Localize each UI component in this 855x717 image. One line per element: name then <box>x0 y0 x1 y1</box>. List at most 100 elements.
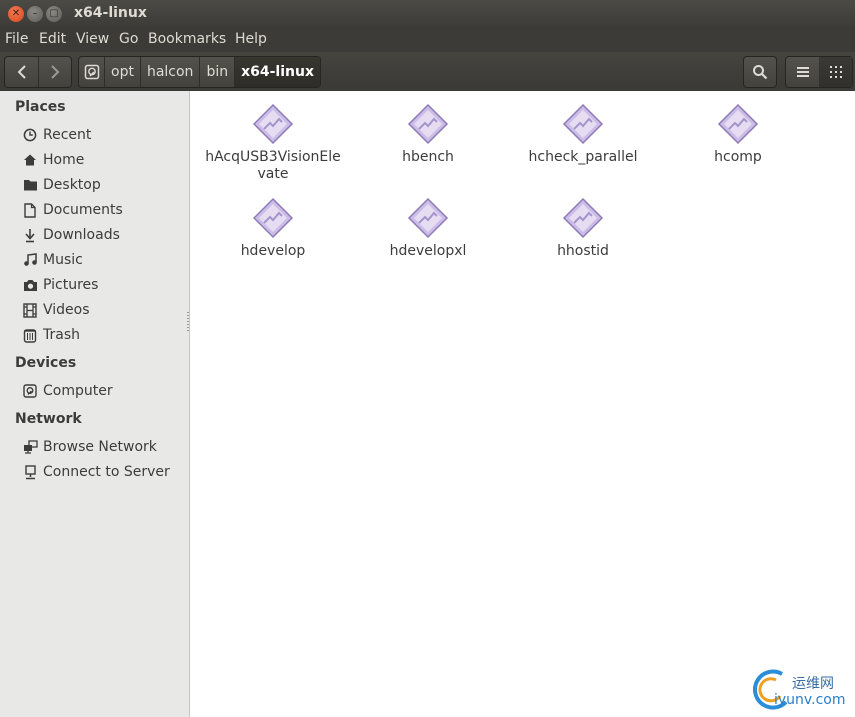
executable-icon <box>717 103 759 145</box>
sidebar-item-desktop[interactable]: Desktop <box>22 174 101 196</box>
watermark-text-cn: 运维网 <box>792 676 834 692</box>
sidebar-item-label: Trash <box>43 327 80 343</box>
file-item-hdevelop[interactable]: hdevelop <box>198 197 348 260</box>
sidebar-item-documents[interactable]: Documents <box>22 199 123 221</box>
executable-icon <box>562 197 604 239</box>
breadcrumb-x64-linux[interactable]: x64-linux <box>235 57 320 87</box>
navigation-buttons <box>4 56 72 88</box>
sidebar-item-music[interactable]: Music <box>22 249 83 271</box>
file-item-hdevelopxl[interactable]: hdevelopxl <box>353 197 503 260</box>
minimize-button[interactable]: – <box>27 6 43 22</box>
file-name: hbench <box>402 149 454 165</box>
server-icon <box>22 464 38 480</box>
sidebar-item-label: Music <box>43 252 83 268</box>
breadcrumb-root[interactable] <box>79 57 105 87</box>
view-mode-buttons <box>785 56 853 88</box>
minimize-icon: – <box>32 8 38 19</box>
menu-file[interactable]: File <box>5 31 28 47</box>
file-name: hcheck_parallel <box>528 149 638 165</box>
sidebar-header-places: Places <box>15 99 66 115</box>
executable-icon <box>252 103 294 145</box>
film-icon <box>22 302 38 318</box>
executable-icon <box>562 103 604 145</box>
music-icon <box>22 252 38 268</box>
window-title: x64-linux <box>74 5 147 21</box>
title-bar: ✕ – ▢ x64-linux <box>0 0 855 28</box>
list-icon <box>796 67 809 77</box>
sidebar-item-label: Downloads <box>43 227 120 243</box>
executable-icon <box>252 197 294 239</box>
maximize-icon: ▢ <box>49 8 59 19</box>
sidebar-item-label: Home <box>43 152 85 168</box>
chevron-left-icon <box>17 65 26 79</box>
file-view: hAcqUSB3VisionEle vate hbench hcheck_par… <box>190 91 855 717</box>
sidebar-item-label: Recent <box>43 127 92 143</box>
network-icon <box>22 439 38 455</box>
document-icon <box>22 202 38 218</box>
menu-help[interactable]: Help <box>235 31 267 47</box>
sidebar-item-trash[interactable]: Trash <box>22 324 80 346</box>
sidebar-item-recent[interactable]: Recent <box>22 124 91 146</box>
breadcrumb-bin[interactable]: bin <box>200 57 236 87</box>
drive-icon <box>84 64 100 80</box>
menu-bar: File Edit View Go Bookmarks Help <box>0 28 855 52</box>
sidebar-header-devices: Devices <box>15 355 77 371</box>
sidebar-item-pictures[interactable]: Pictures <box>22 274 98 296</box>
home-icon <box>22 152 38 168</box>
file-name: hcomp <box>714 149 762 165</box>
menu-bookmarks[interactable]: Bookmarks <box>148 31 226 47</box>
clock-icon <box>22 127 38 143</box>
close-icon: ✕ <box>11 8 21 19</box>
download-icon <box>22 227 38 243</box>
file-name: hAcqUSB3VisionEle vate <box>205 149 341 182</box>
file-item-hhostid[interactable]: hhostid <box>508 197 658 260</box>
watermark-text-url: iyunv.com <box>774 692 846 708</box>
drive-icon <box>22 383 38 399</box>
sidebar-item-home[interactable]: Home <box>22 149 84 171</box>
file-item-hacqusb3visionelevate[interactable]: hAcqUSB3VisionEle vate <box>198 103 348 183</box>
back-button[interactable] <box>5 57 39 87</box>
sidebar-item-computer[interactable]: Computer <box>22 380 113 402</box>
sidebar-item-label: Browse Network <box>43 439 157 455</box>
folder-icon <box>22 177 38 193</box>
trash-icon <box>22 327 38 343</box>
sidebar-item-videos[interactable]: Videos <box>22 299 90 321</box>
sidebar-item-label: Connect to Server <box>43 464 170 480</box>
sidebar-item-label: Pictures <box>43 277 99 293</box>
executable-icon <box>407 197 449 239</box>
maximize-button[interactable]: ▢ <box>46 6 62 22</box>
file-item-hcomp[interactable]: hcomp <box>663 103 813 166</box>
sidebar-header-network: Network <box>15 411 82 427</box>
file-item-hcheck-parallel[interactable]: hcheck_parallel <box>508 103 658 166</box>
search-icon <box>753 65 768 80</box>
menu-view[interactable]: View <box>76 31 109 47</box>
file-name: hdevelop <box>240 243 306 259</box>
close-button[interactable]: ✕ <box>8 6 24 22</box>
sidebar-item-browse-network[interactable]: Browse Network <box>22 436 157 458</box>
toolbar: opt halcon bin x64-linux <box>0 52 855 92</box>
breadcrumb: opt halcon bin x64-linux <box>78 56 321 88</box>
chevron-right-icon <box>50 65 59 79</box>
sidebar: Places Recent Home Desktop Documents Dow… <box>0 91 190 717</box>
list-view-button[interactable] <box>786 57 820 87</box>
watermark: 运维网 iyunv.com <box>752 668 852 713</box>
executable-icon <box>407 103 449 145</box>
grid-icon <box>829 66 842 78</box>
sidebar-item-connect-to-server[interactable]: Connect to Server <box>22 461 170 483</box>
sidebar-item-label: Videos <box>43 302 90 318</box>
sidebar-item-label: Documents <box>43 202 123 218</box>
grid-view-button[interactable] <box>819 57 852 87</box>
file-name: hdevelopxl <box>389 243 467 259</box>
breadcrumb-halcon[interactable]: halcon <box>141 57 201 87</box>
breadcrumb-opt[interactable]: opt <box>105 57 141 87</box>
sidebar-item-label: Desktop <box>43 177 101 193</box>
sidebar-resize-handle[interactable] <box>187 312 189 332</box>
search-button[interactable] <box>743 56 777 88</box>
menu-edit[interactable]: Edit <box>39 31 66 47</box>
sidebar-item-downloads[interactable]: Downloads <box>22 224 120 246</box>
file-item-hbench[interactable]: hbench <box>353 103 503 166</box>
sidebar-item-label: Computer <box>43 383 113 399</box>
forward-button[interactable] <box>38 57 71 87</box>
file-name: hhostid <box>557 243 609 259</box>
menu-go[interactable]: Go <box>119 31 138 47</box>
